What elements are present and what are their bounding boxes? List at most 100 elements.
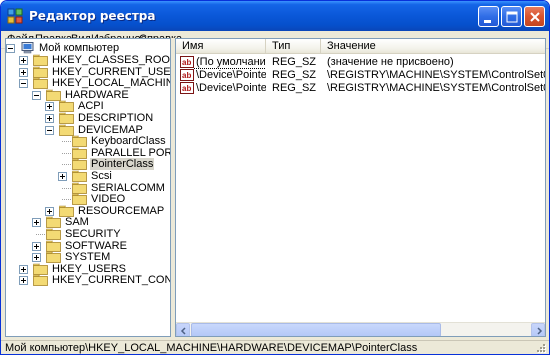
close-icon xyxy=(530,12,540,22)
tree-node-label: HKEY_CURRENT_CONFIG xyxy=(52,274,171,287)
string-value-icon: ab xyxy=(180,82,194,94)
values-list[interactable]: Имя Тип Значение ab(По умолчанию)REG_SZ(… xyxy=(175,38,546,337)
status-path: Мой компьютер\HKEY_LOCAL_MACHINE\HARDWAR… xyxy=(5,342,418,354)
arrow-right-icon xyxy=(537,327,543,335)
folder-icon xyxy=(72,182,87,194)
tree-node-label: SYSTEM xyxy=(65,251,111,264)
list-item[interactable]: ab(По умолчанию) REG_SZ (значение не присв… xyxy=(176,56,545,69)
tree-node-label: SERIALCOMM xyxy=(91,181,165,194)
tree-root-label: Мой компьютер xyxy=(39,42,120,54)
tree-node-label: Scsi xyxy=(91,170,112,182)
value-data: (значение не присвоено) xyxy=(327,56,454,68)
folder-icon xyxy=(46,89,61,101)
expand-icon[interactable] xyxy=(32,218,41,228)
folder-icon xyxy=(59,124,74,136)
tree-connector xyxy=(62,199,71,201)
scroll-right-button[interactable] xyxy=(531,323,545,336)
collapse-icon[interactable] xyxy=(6,44,15,53)
svg-text:ab: ab xyxy=(182,71,191,80)
expand-icon[interactable] xyxy=(45,102,54,112)
folder-icon xyxy=(72,170,87,182)
tree-connector xyxy=(62,164,71,166)
arrow-left-icon xyxy=(180,327,186,335)
tree-node-label: ACPI xyxy=(78,100,104,113)
expand-icon[interactable] xyxy=(32,241,41,251)
expand-icon[interactable] xyxy=(45,206,54,216)
tree-node-label: PARALLEL PORTS xyxy=(91,146,170,159)
tree-node-label: VIDEO xyxy=(91,193,126,206)
tree-node-label: HKEY_CLASSES_ROOT xyxy=(52,54,171,66)
horizontal-scrollbar[interactable] xyxy=(176,322,545,336)
folder-icon xyxy=(46,228,61,240)
value-name-text: (По умолчанию) xyxy=(194,56,266,69)
folder-icon xyxy=(33,66,48,78)
folder-open-icon xyxy=(72,159,87,171)
string-value-icon: ab xyxy=(180,56,194,68)
maximize-button[interactable] xyxy=(501,6,522,27)
scroll-left-button[interactable] xyxy=(176,323,190,336)
value-name-text: \Device\PointerCl... xyxy=(196,82,266,94)
collapse-icon[interactable] xyxy=(32,90,41,100)
tree-node-label: DEVICEMAP xyxy=(78,123,143,136)
tree-connector xyxy=(36,234,45,235)
value-type: REG_SZ xyxy=(272,56,317,68)
column-name[interactable]: Имя xyxy=(176,39,266,54)
folder-icon xyxy=(59,112,74,124)
expand-icon[interactable] xyxy=(58,172,67,181)
tree-node-label: SOFTWARE xyxy=(65,239,127,252)
value-name: \Device\PointerCl... xyxy=(194,69,266,82)
list-item[interactable]: ab \Device\PointerCl... REG_SZ \REGISTRY\MA… xyxy=(176,69,545,82)
window-title: Редактор реестра xyxy=(29,9,156,23)
value-type: REG_SZ xyxy=(272,82,317,94)
expand-icon[interactable] xyxy=(19,276,28,286)
maximize-icon xyxy=(506,11,518,23)
svg-text:ab: ab xyxy=(182,84,191,93)
resize-grip-icon[interactable] xyxy=(535,342,547,354)
value-type: REG_SZ xyxy=(272,69,317,81)
minimize-button[interactable] xyxy=(478,6,499,27)
tree-connector xyxy=(62,141,71,143)
folder-icon xyxy=(33,263,48,275)
folder-icon xyxy=(46,251,61,264)
svg-text:ab: ab xyxy=(182,58,191,67)
close-button[interactable] xyxy=(524,6,545,27)
list-item[interactable]: ab \Device\PointerCl... REG_SZ \REGISTRY\MA… xyxy=(176,82,545,95)
folder-icon xyxy=(33,54,48,66)
folder-icon xyxy=(72,135,87,148)
column-type[interactable]: Тип xyxy=(266,39,321,54)
tree-node-label: KeyboardClass xyxy=(91,135,166,148)
value-name-text: \Device\PointerCl... xyxy=(196,69,266,81)
minimize-icon xyxy=(484,20,491,23)
tree-node-label: HKEY_CURRENT_USER xyxy=(52,65,171,78)
collapse-icon[interactable] xyxy=(45,125,54,135)
tree-node-label: SECURITY xyxy=(65,228,121,240)
registry-editor-window: Редактор реестра Файл Правка Вид Избранн… xyxy=(0,0,550,355)
scroll-thumb[interactable] xyxy=(191,323,441,336)
list-header: Имя Тип Значение xyxy=(176,39,545,54)
tree-node-label: PointerClass xyxy=(90,158,155,171)
tree-node-label: HKEY_USERS xyxy=(52,262,126,275)
folder-icon xyxy=(33,275,48,287)
folder-icon xyxy=(46,217,61,229)
folder-icon xyxy=(72,147,87,159)
registry-tree[interactable]: Мой компьютер HKEY_CLASSES_ROOT HKEY_CURR… xyxy=(5,38,171,337)
computer-icon xyxy=(21,42,34,54)
tree-node-label: SAM xyxy=(65,216,89,229)
status-bar: Мой компьютер\HKEY_LOCAL_MACHINE\HARDWAR… xyxy=(1,340,549,354)
expand-icon[interactable] xyxy=(19,56,28,65)
expand-icon[interactable] xyxy=(45,114,54,123)
tree-node-label: HARDWARE xyxy=(65,88,129,101)
value-data: \REGISTRY\MACHINE\SYSTEM\ControlSet001\S… xyxy=(327,82,545,94)
folder-icon xyxy=(59,101,74,113)
folder-icon xyxy=(59,205,74,217)
value-name: (По умолчанию) xyxy=(194,56,266,69)
string-value-icon: ab xyxy=(180,69,194,81)
folder-icon xyxy=(72,193,87,206)
expand-icon[interactable] xyxy=(19,67,28,77)
expand-icon[interactable] xyxy=(19,264,28,274)
value-name: \Device\PointerCl... xyxy=(194,82,266,95)
collapse-icon[interactable] xyxy=(19,79,28,89)
column-value[interactable]: Значение xyxy=(321,39,545,54)
title-bar[interactable]: Редактор реестра xyxy=(1,1,549,31)
expand-icon[interactable] xyxy=(32,253,41,263)
